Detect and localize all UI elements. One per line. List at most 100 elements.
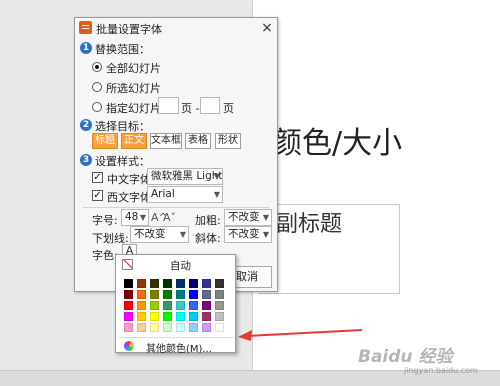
color-swatch[interactable] bbox=[202, 301, 211, 310]
batch-font-dialog: 批量设置字体 × 1 替换范围： 全部幻灯片 所选幻灯片 指定幻灯片 页 - 页… bbox=[74, 17, 278, 292]
step-1-badge: 1 bbox=[80, 42, 92, 54]
color-swatch[interactable] bbox=[215, 323, 224, 332]
color-swatch[interactable] bbox=[124, 312, 133, 321]
color-swatch[interactable] bbox=[124, 279, 133, 288]
color-swatch[interactable] bbox=[163, 279, 172, 288]
color-picker-popup: 自动 其他颜色(M)... bbox=[115, 254, 236, 355]
selected-slides-label: 所选幻灯片 bbox=[106, 82, 161, 95]
cn-font-label: 中文字体 bbox=[107, 173, 151, 186]
italic-select[interactable]: 不改变 ▼ bbox=[224, 226, 272, 243]
color-swatch[interactable] bbox=[163, 323, 172, 332]
color-swatch[interactable] bbox=[137, 290, 146, 299]
color-swatch[interactable] bbox=[124, 301, 133, 310]
italic-label: 斜体: bbox=[195, 232, 221, 245]
west-font-value: Arial bbox=[151, 188, 175, 200]
west-font-label: 西文字体 bbox=[107, 191, 151, 204]
color-swatch[interactable] bbox=[189, 301, 198, 310]
close-button[interactable]: × bbox=[259, 20, 275, 36]
slide-subtitle-text: 副标题 bbox=[276, 212, 343, 237]
color-swatch[interactable] bbox=[137, 279, 146, 288]
chevron-down-icon: ▼ bbox=[262, 213, 269, 222]
color-swatch[interactable] bbox=[137, 323, 146, 332]
slide-title-text: 颜色/大小 bbox=[272, 126, 403, 161]
west-font-checkbox[interactable]: ✓ bbox=[92, 190, 103, 201]
color-swatch[interactable] bbox=[215, 301, 224, 310]
color-swatch[interactable] bbox=[215, 279, 224, 288]
color-swatch[interactable] bbox=[189, 312, 198, 321]
bold-value: 不改变 bbox=[228, 211, 260, 223]
auto-color-label: 自动 bbox=[170, 260, 191, 272]
color-swatch[interactable] bbox=[189, 279, 198, 288]
color-swatch[interactable] bbox=[124, 290, 133, 299]
slide-canvas bbox=[252, 0, 500, 370]
step-3-badge: 3 bbox=[80, 154, 92, 166]
watermark-logo: Baidu 经验 bbox=[358, 347, 453, 367]
color-swatch[interactable] bbox=[176, 323, 185, 332]
color-swatch[interactable] bbox=[137, 301, 146, 310]
page-to-input[interactable] bbox=[200, 97, 220, 114]
color-swatch[interactable] bbox=[202, 323, 211, 332]
target-shape-chip[interactable]: 形状 bbox=[215, 133, 241, 149]
color-swatch[interactable] bbox=[176, 312, 185, 321]
step-2-badge: 2 bbox=[80, 119, 92, 131]
chevron-down-icon: ▼ bbox=[139, 213, 146, 222]
color-swatch[interactable] bbox=[163, 312, 172, 321]
west-font-select[interactable]: Arial ▼ bbox=[147, 186, 223, 203]
color-swatch[interactable] bbox=[150, 279, 159, 288]
color-swatch[interactable] bbox=[189, 290, 198, 299]
dialog-titlebar[interactable]: 批量设置字体 × bbox=[75, 18, 277, 38]
color-wheel-icon bbox=[124, 341, 134, 351]
auto-color-option[interactable]: 自动 bbox=[118, 257, 233, 272]
color-swatch[interactable] bbox=[176, 279, 185, 288]
color-swatch[interactable] bbox=[215, 312, 224, 321]
radio-specified-slides[interactable] bbox=[92, 102, 102, 112]
more-colors-option[interactable]: 其他颜色(M)... bbox=[118, 337, 233, 355]
italic-value: 不改变 bbox=[228, 228, 260, 240]
dialog-title: 批量设置字体 bbox=[96, 23, 162, 36]
color-swatch[interactable] bbox=[176, 290, 185, 299]
color-swatch[interactable] bbox=[150, 323, 159, 332]
color-swatch[interactable] bbox=[189, 323, 198, 332]
cn-font-value: 微软雅黑 Light bbox=[151, 170, 223, 182]
font-size-value: 48 bbox=[125, 211, 139, 223]
target-body-chip[interactable]: 正文 bbox=[121, 133, 147, 149]
target-title-chip[interactable]: 标题 bbox=[92, 133, 118, 149]
page-from-input[interactable] bbox=[158, 97, 179, 114]
color-swatch[interactable] bbox=[150, 301, 159, 310]
color-swatch[interactable] bbox=[163, 301, 172, 310]
shrink-font-icon[interactable]: A˅ bbox=[163, 211, 176, 224]
font-size-label: 字号: bbox=[92, 214, 118, 227]
color-swatch[interactable] bbox=[202, 290, 211, 299]
color-swatch[interactable] bbox=[215, 290, 224, 299]
target-table-chip[interactable]: 表格 bbox=[185, 133, 211, 149]
page-end-label: 页 bbox=[223, 102, 234, 115]
annotation-arrow-icon bbox=[238, 329, 363, 341]
bold-label: 加粗: bbox=[195, 214, 221, 227]
color-swatch[interactable] bbox=[137, 312, 146, 321]
page-separator-label: 页 - bbox=[181, 102, 200, 115]
radio-all-slides[interactable] bbox=[92, 62, 102, 72]
color-swatch[interactable] bbox=[124, 323, 133, 332]
target-textbox-chip[interactable]: 文本框 bbox=[150, 133, 182, 149]
cn-font-checkbox[interactable]: ✓ bbox=[92, 172, 103, 183]
underline-select[interactable]: 不改变 ▼ bbox=[130, 226, 189, 243]
color-swatch[interactable] bbox=[150, 290, 159, 299]
font-color-label: 字色: bbox=[92, 249, 118, 262]
color-swatch[interactable] bbox=[202, 312, 211, 321]
range-section-label: 替换范围： bbox=[95, 43, 150, 56]
cn-font-select[interactable]: 微软雅黑 Light ▼ bbox=[147, 168, 223, 185]
radio-selected-slides[interactable] bbox=[92, 82, 102, 92]
chevron-down-icon: ▼ bbox=[213, 190, 220, 199]
chevron-down-icon: ▼ bbox=[262, 230, 269, 239]
specified-slides-label: 指定幻灯片 bbox=[106, 102, 161, 115]
target-section-label: 选择目标： bbox=[95, 120, 150, 133]
font-size-select[interactable]: 48 ▼ bbox=[121, 209, 149, 226]
no-color-icon bbox=[122, 259, 133, 270]
color-swatch[interactable] bbox=[202, 279, 211, 288]
color-swatch[interactable] bbox=[150, 312, 159, 321]
chevron-down-icon: ▼ bbox=[213, 172, 220, 181]
divider bbox=[83, 207, 269, 208]
color-swatch[interactable] bbox=[176, 301, 185, 310]
color-swatch[interactable] bbox=[163, 290, 172, 299]
bold-select[interactable]: 不改变 ▼ bbox=[224, 209, 272, 226]
